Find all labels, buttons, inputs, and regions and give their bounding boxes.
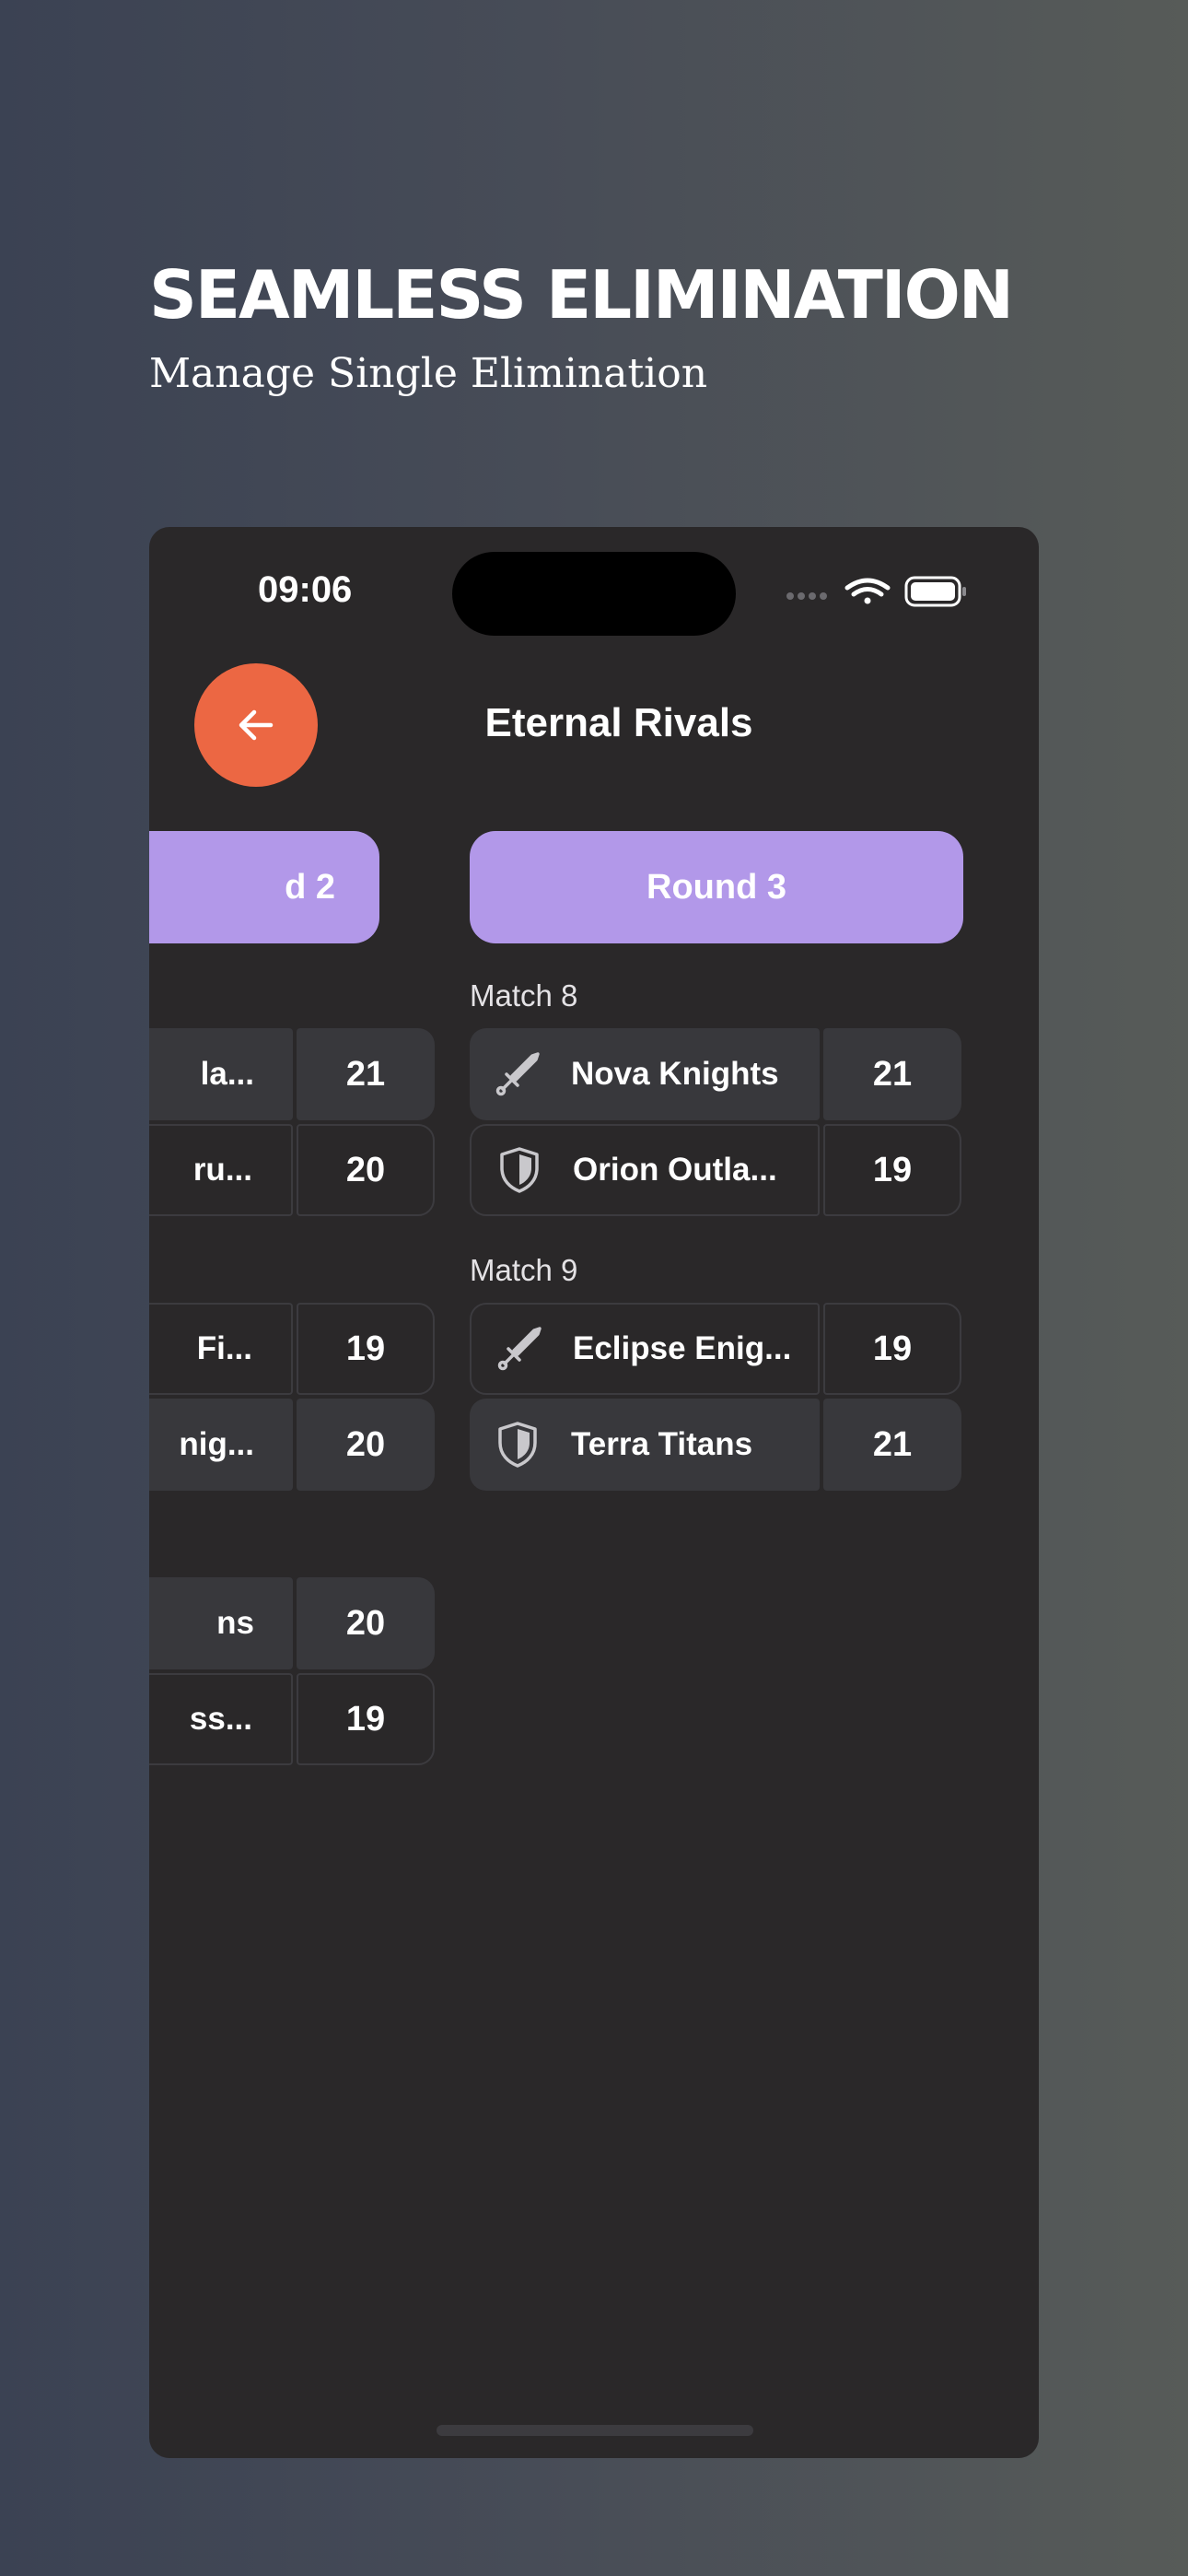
team-score: 20 [297,1399,435,1491]
team-score: 19 [823,1124,961,1216]
team-name: Terra Titans [571,1426,753,1462]
signal-dots-icon [786,592,827,600]
team-name: nig... [149,1399,293,1491]
prev-match-3-team-1[interactable]: ns 20 [149,1577,435,1669]
match-8-team-2[interactable]: Orion Outla... 19 [470,1124,961,1216]
round-3-header[interactable]: Round 3 [470,831,963,943]
prev-match-1-team-2[interactable]: ru... 20 [149,1124,435,1216]
team-name: Orion Outla... [573,1152,777,1188]
team-name: ns [149,1577,293,1669]
wifi-icon [844,578,891,604]
team-name-cell: Terra Titans [470,1399,820,1491]
team-name: Nova Knights [571,1056,779,1092]
match-9-team-2[interactable]: Terra Titans 21 [470,1399,961,1491]
status-time: 09:06 [258,569,353,610]
shield-icon [500,1147,539,1193]
match-9-team-1[interactable]: Eclipse Enig... 19 [470,1303,961,1395]
status-icons [785,575,1006,612]
promo-headline: SEAMLESS ELIMINATION [149,256,1014,334]
team-name: Eclipse Enig... [573,1330,792,1366]
team-score: 21 [297,1028,435,1120]
team-score: 21 [823,1028,961,1120]
prev-match-2-team-2[interactable]: nig... 20 [149,1399,435,1491]
team-score: 19 [823,1303,961,1395]
back-button[interactable] [194,663,318,787]
sword-icon [495,1052,540,1096]
arrow-left-icon [239,709,274,741]
team-score: 20 [297,1577,435,1669]
team-name: ss... [149,1673,293,1765]
team-score: 20 [297,1124,435,1216]
team-name: Fi... [149,1303,293,1395]
sword-icon [497,1327,542,1371]
match-8-label: Match 8 [470,978,578,1013]
round-2-header[interactable]: d 2 [149,831,379,943]
team-score: 19 [297,1303,435,1395]
team-score: 21 [823,1399,961,1491]
battery-icon [904,576,966,607]
team-score: 19 [297,1673,435,1765]
prev-match-3-team-2[interactable]: ss... 19 [149,1673,435,1765]
team-name-cell: Eclipse Enig... [470,1303,820,1395]
dynamic-island [452,552,736,636]
team-name-cell: Orion Outla... [470,1124,820,1216]
team-name: la... [149,1028,293,1120]
match-8-team-1[interactable]: Nova Knights 21 [470,1028,961,1120]
page-title: Eternal Rivals [484,700,753,745]
team-name-cell: Nova Knights [470,1028,820,1120]
prev-match-1-team-1[interactable]: la... 21 [149,1028,435,1120]
promo-subline: Manage Single Elimination [149,350,708,397]
home-indicator[interactable] [437,2425,753,2436]
shield-icon [498,1422,537,1468]
match-9-label: Match 9 [470,1253,578,1287]
phone-screen: 09:06 Eternal Rivals d 2 la... 21 ru... … [149,527,1039,2458]
team-name: ru... [149,1124,293,1216]
prev-match-2-team-1[interactable]: Fi... 19 [149,1303,435,1395]
